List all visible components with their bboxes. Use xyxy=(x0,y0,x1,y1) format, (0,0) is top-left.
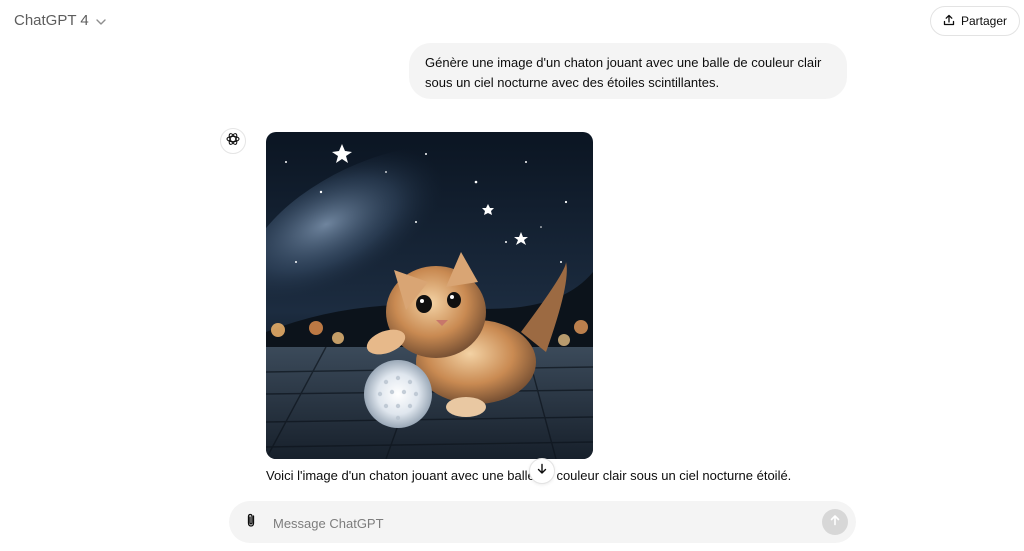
message-composer xyxy=(229,501,856,543)
arrow-down-icon xyxy=(536,462,548,480)
share-label: Partager xyxy=(960,14,1007,28)
user-message-line: sous un ciel nocturne avec des étoiles s… xyxy=(425,75,720,90)
assistant-avatar xyxy=(220,128,246,154)
model-label: ChatGPT 4 xyxy=(14,12,89,29)
user-message-line: Génère une image d'un chaton jouant avec… xyxy=(425,55,822,70)
paperclip-icon xyxy=(243,512,259,533)
arrow-up-icon xyxy=(829,513,841,531)
model-selector[interactable]: ChatGPT 4 xyxy=(14,12,107,29)
chevron-down-icon xyxy=(95,15,107,27)
message-input[interactable] xyxy=(271,510,815,536)
attach-button[interactable] xyxy=(241,512,261,532)
upload-icon xyxy=(943,14,955,29)
user-message: Génère une image d'un chaton jouant avec… xyxy=(409,43,847,99)
chat-page: ChatGPT 4 Partager Génère une image d'un… xyxy=(0,0,1024,551)
openai-logo-icon xyxy=(225,131,241,152)
share-button[interactable]: Partager xyxy=(929,6,1020,36)
generated-image[interactable] xyxy=(266,132,593,459)
scroll-down-button[interactable] xyxy=(529,458,555,484)
send-button[interactable] xyxy=(822,509,848,535)
